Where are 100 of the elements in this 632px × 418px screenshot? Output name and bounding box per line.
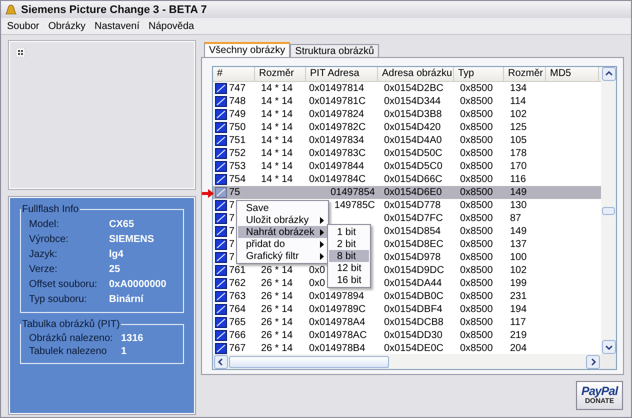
table-cell: 219: [510, 329, 527, 342]
menu-item[interactable]: Save: [238, 202, 328, 214]
table-cell: 0x8500: [460, 134, 493, 147]
menu-item[interactable]: Obrázky: [48, 20, 86, 32]
table-cell: 0x0149784C: [309, 173, 366, 186]
table-cell: 114: [510, 95, 526, 108]
tab[interactable]: Struktura obrázků: [290, 44, 380, 57]
table-cell: 14 * 14: [261, 160, 293, 173]
column-header[interactable]: Adresa obrázku: [378, 67, 454, 81]
table-cell: 7: [229, 225, 235, 238]
column-header[interactable]: Typ: [454, 67, 504, 81]
column-header[interactable]: #: [213, 67, 255, 81]
table-cell: 748: [229, 95, 246, 108]
table-cell: 01497854: [330, 186, 375, 199]
table-cell: 0x01497814: [309, 82, 364, 95]
menu-item[interactable]: Nastavení: [94, 20, 140, 32]
column-header[interactable]: Rozměr: [504, 67, 546, 81]
field-value: 0xA0000000: [109, 279, 168, 290]
table-cell: 149: [510, 225, 527, 238]
table-cell: 7: [229, 212, 235, 225]
menu-item[interactable]: 8 bit: [329, 250, 370, 262]
menu-item[interactable]: Uložit obrázky: [238, 214, 328, 226]
table-cell: 0x0154D9DC: [384, 264, 444, 277]
table-cell: 7: [229, 199, 235, 212]
scroll-right-icon[interactable]: [586, 354, 600, 368]
menu-item[interactable]: přidat do: [238, 238, 328, 250]
table-cell: 753: [229, 160, 246, 173]
table-cell: 0x0154DE0C: [384, 342, 444, 354]
scroll-left-icon[interactable]: [214, 354, 228, 368]
selected-row[interactable]: 75 01497854 0x0154D6E0 0x8500 149: [213, 186, 601, 199]
table-cell: 765: [229, 316, 246, 329]
table-cell: 0x01497894: [309, 290, 364, 303]
table-cell: 0x8500: [460, 329, 493, 342]
menu-item[interactable]: 2 bit: [329, 238, 370, 250]
table-cell: 0x01497834: [309, 134, 364, 147]
table-cell: 7: [229, 238, 235, 251]
table-cell: 0x8500: [460, 173, 493, 186]
column-header[interactable]: PIT Adresa: [306, 67, 378, 81]
table-cell: 149785C: [334, 199, 375, 212]
scroll-thumb-icon[interactable]: [602, 206, 615, 214]
table-cell: 102: [510, 108, 527, 121]
table-cell: 117: [510, 316, 526, 329]
menu-item[interactable]: 1 bit: [329, 226, 370, 238]
table-cell: 0x8500: [460, 186, 493, 199]
table-cell: 130: [510, 199, 527, 212]
column-header[interactable]: Rozměr: [255, 67, 306, 81]
table-cell: 14 * 14: [261, 108, 293, 121]
table-cell: 26 * 14: [261, 264, 293, 277]
menu-item[interactable]: Grafický filtr: [238, 250, 328, 262]
table-cell: 14 * 14: [261, 147, 293, 160]
table-cell: 0x0154D778: [384, 199, 441, 212]
table-cell: 0x01497844: [309, 160, 364, 173]
table-cell: 0x0149783C: [309, 147, 366, 160]
tab[interactable]: Všechny obrázky: [204, 42, 290, 57]
table-cell: 0x0154D4A0: [384, 134, 442, 147]
table-cell: 149: [510, 186, 527, 199]
field-label: Model:: [29, 219, 60, 230]
group-title: Fullflash Info: [21, 204, 80, 215]
table-cell: 14 * 14: [261, 82, 293, 95]
table-cell: 137: [510, 238, 527, 251]
menu-item[interactable]: 12 bit: [329, 262, 370, 274]
table-cell: 0x0149781C: [309, 95, 366, 108]
column-header[interactable]: MD5: [546, 67, 599, 81]
field-value: 1316: [121, 333, 144, 344]
table-cell: 0x8500: [460, 277, 493, 290]
table-cell: 204: [510, 342, 527, 354]
table-cell: 26 * 14: [261, 290, 293, 303]
table-cell: 0x0: [309, 264, 326, 277]
table-cell: 231: [510, 290, 527, 303]
table-cell: 26 * 14: [261, 329, 293, 342]
table-cell: 0x0154D7FC: [384, 212, 443, 225]
table-cell: 0x8500: [460, 82, 493, 95]
table-cell: 14 * 14: [261, 173, 293, 186]
table-cell: 0x8500: [460, 108, 493, 121]
field-label: Výrobce:: [29, 234, 70, 245]
table-cell: 7: [229, 251, 235, 264]
table-cell: 763: [229, 290, 246, 303]
table-cell: 766: [229, 329, 246, 342]
scroll-thumb[interactable]: [229, 356, 389, 368]
table-cell: 0x8500: [460, 212, 493, 225]
table-cell: 105: [510, 134, 527, 147]
menu-item[interactable]: 16 bit: [329, 274, 370, 286]
table-cell: 0x8500: [460, 342, 493, 354]
table-cell: 0x0154DBF4: [384, 303, 442, 316]
table-cell: 26 * 14: [261, 303, 293, 316]
table-cell: 0x0154D6E0: [384, 186, 442, 199]
table-cell: 26 * 14: [261, 277, 293, 290]
menu-item[interactable]: Nahrát obrázek: [238, 226, 328, 238]
scroll-up-icon[interactable]: [602, 67, 616, 81]
table-cell: 100: [510, 251, 527, 264]
field-label: Verze:: [29, 264, 58, 275]
bell-icon: [5, 4, 17, 16]
field-value: 25: [109, 264, 122, 275]
table-cell: 14 * 14: [261, 95, 293, 108]
table-cell: 764: [229, 303, 246, 316]
menu-item[interactable]: Soubor: [7, 20, 40, 32]
scroll-down-icon[interactable]: [602, 340, 616, 354]
table-cell: 0x0154D66C: [384, 173, 442, 186]
table-cell: 0x8500: [460, 95, 493, 108]
menu-item[interactable]: Nápověda: [148, 20, 194, 32]
